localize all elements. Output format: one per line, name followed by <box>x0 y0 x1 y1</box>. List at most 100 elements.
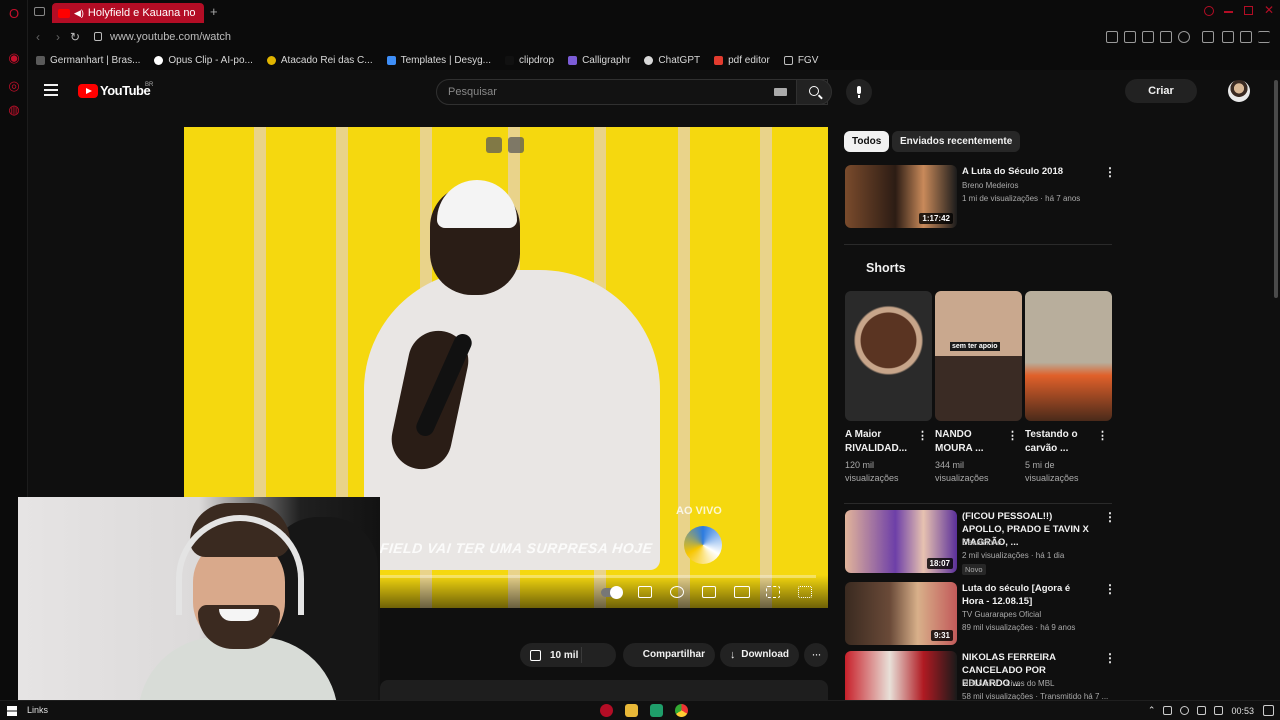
video-options-icon[interactable]: ⋮ <box>1104 166 1116 178</box>
short-title[interactable]: A Maior RIVALIDAD... <box>845 428 917 456</box>
opera-logo-icon[interactable]: O <box>6 6 22 22</box>
video-thumbnail[interactable]: 18:07 <box>845 510 957 573</box>
reload-icon[interactable]: ↻ <box>70 30 80 44</box>
bookmark-page-icon[interactable] <box>1106 31 1118 43</box>
bookmark-item[interactable]: Calligraphr <box>568 55 630 66</box>
avatar[interactable] <box>1228 80 1250 102</box>
description-box[interactable] <box>380 680 828 700</box>
volume-icon[interactable] <box>1214 706 1224 715</box>
keyboard-icon[interactable] <box>774 88 787 96</box>
bookmark-item[interactable]: Atacado Rei das C... <box>266 55 373 66</box>
channel-name[interactable]: TV Guararapes Oficial <box>962 610 1041 619</box>
file-explorer-icon[interactable] <box>625 704 638 717</box>
video-options-icon[interactable]: ⋮ <box>1104 511 1116 523</box>
chevron-up-icon[interactable]: ⌃ <box>1148 705 1156 716</box>
bookmark-item[interactable]: Templates | Desyg... <box>386 55 491 66</box>
video-thumbnail[interactable]: 1:17:42 <box>845 165 957 228</box>
voice-search-mic-icon[interactable] <box>846 79 872 105</box>
opera-taskbar-icon[interactable] <box>600 704 613 717</box>
bookmark-item[interactable]: pdf editor <box>714 55 770 66</box>
pop-out-video-icon[interactable] <box>508 137 524 153</box>
tray-app-icon[interactable] <box>1163 706 1173 715</box>
profile-icon[interactable] <box>1222 31 1234 43</box>
short-options-icon[interactable]: ⋮ <box>1097 431 1108 442</box>
close-window-icon[interactable]: ✕ <box>1264 3 1274 17</box>
bookmark-item[interactable]: Germanhart | Bras... <box>36 55 140 66</box>
scrollbar-thumb[interactable] <box>1274 80 1278 298</box>
video-options-icon[interactable]: ⋮ <box>1104 583 1116 595</box>
settings-gear-icon[interactable] <box>670 586 684 598</box>
like-button[interactable]: 10 mil <box>520 643 616 667</box>
short-views: 344 mil visualizações <box>935 460 989 483</box>
video-title[interactable]: A Luta do Século 2018 <box>962 165 1092 178</box>
hamburger-menu-icon[interactable] <box>44 84 58 96</box>
search-button[interactable] <box>796 79 832 105</box>
video-title[interactable]: Luta do século [Agora é Hora - 12.08.15] <box>962 582 1092 608</box>
filter-chip-recent[interactable]: Enviados recentemente <box>892 131 1021 152</box>
page-scrollbar[interactable] <box>1272 70 1280 700</box>
filter-chip-all[interactable]: Todos <box>844 131 890 152</box>
lock-icon[interactable] <box>94 32 102 41</box>
microphone-tray-icon[interactable] <box>1180 706 1190 715</box>
app-taskbar-icon[interactable] <box>650 704 663 717</box>
create-button[interactable]: Criar <box>1125 79 1197 103</box>
theater-mode-icon[interactable] <box>734 586 750 598</box>
copy-video-icon[interactable] <box>486 137 502 153</box>
share-button[interactable]: Compartilhar <box>623 643 715 667</box>
youtube-logo[interactable]: YouTube <box>78 83 151 98</box>
bookmark-item[interactable]: clipdrop <box>505 55 554 66</box>
network-icon[interactable] <box>1197 706 1207 715</box>
miniplayer-icon[interactable] <box>702 586 716 598</box>
search-tabs-icon[interactable] <box>1204 6 1214 16</box>
sidebar-app-icon[interactable]: ◍ <box>6 102 22 118</box>
windows-start-icon[interactable] <box>7 706 17 716</box>
short-thumbnail[interactable]: sem ter apoio <box>935 291 1022 421</box>
bookmark-item[interactable]: Opus Clip - AI-po... <box>154 55 253 66</box>
menu-icon[interactable] <box>1258 31 1270 43</box>
maximize-icon[interactable] <box>1244 6 1253 15</box>
more-actions-button[interactable]: ··· <box>804 643 828 667</box>
short-thumbnail[interactable] <box>1025 291 1112 421</box>
sidebar-app-icon[interactable]: ◎ <box>6 78 22 94</box>
forward-icon[interactable]: › <box>56 30 60 44</box>
shield-icon[interactable] <box>1142 31 1154 43</box>
bookmark-folder[interactable]: FGV <box>783 55 818 66</box>
autoplay-toggle[interactable] <box>601 586 623 599</box>
tab-active[interactable]: ◀) Holyfield e Kauana no <box>52 3 204 23</box>
extensions-icon[interactable] <box>1202 31 1214 43</box>
chrome-taskbar-icon[interactable] <box>675 704 688 717</box>
speaker-icon[interactable]: ◀) <box>74 8 84 19</box>
tab-islands-icon[interactable] <box>34 7 45 16</box>
download-button[interactable]: Download <box>720 643 799 667</box>
back-icon[interactable]: ‹ <box>36 30 40 44</box>
new-tab-button[interactable]: + <box>210 4 218 19</box>
channel-name[interactable]: MBLiveTV - Lives do MBL <box>962 679 1054 688</box>
snapshot-icon[interactable] <box>1124 31 1136 43</box>
video-thumbnail[interactable]: 9:31 <box>845 582 957 645</box>
short-options-icon[interactable]: ⋮ <box>1007 431 1018 442</box>
bookmark-favicon-icon <box>154 55 164 65</box>
bookmark-item[interactable]: ChatGPT <box>644 55 700 66</box>
heart-icon[interactable] <box>1178 31 1190 43</box>
video-options-icon[interactable]: ⋮ <box>1104 652 1116 664</box>
short-title[interactable]: Testando o carvão ... <box>1025 428 1097 456</box>
fullscreen-icon[interactable] <box>798 586 812 598</box>
subtitles-icon[interactable] <box>638 586 652 598</box>
download-icon[interactable] <box>1240 31 1252 43</box>
short-thumbnail[interactable] <box>845 291 932 421</box>
search-input[interactable]: Pesquisar <box>436 79 828 105</box>
sidebar-app-icon[interactable]: ◉ <box>6 50 22 66</box>
taskbar-links-toolbar[interactable]: Links <box>27 705 48 715</box>
camera-icon[interactable] <box>1160 31 1172 43</box>
short-title[interactable]: NANDO MOURA ... <box>935 428 1007 456</box>
address-bar-url[interactable]: www.youtube.com/watch <box>110 31 231 43</box>
cast-icon[interactable] <box>766 586 780 598</box>
short-options-icon[interactable]: ⋮ <box>917 431 928 442</box>
clock[interactable]: 00:53 <box>1231 706 1254 716</box>
channel-name[interactable]: Casalzinho <box>962 538 1002 547</box>
search-icon <box>809 86 819 96</box>
notifications-icon[interactable] <box>1263 705 1274 716</box>
minimize-icon[interactable] <box>1224 11 1233 13</box>
video-thumbnail[interactable] <box>845 651 957 700</box>
channel-name[interactable]: Breno Medeiros <box>962 181 1018 190</box>
